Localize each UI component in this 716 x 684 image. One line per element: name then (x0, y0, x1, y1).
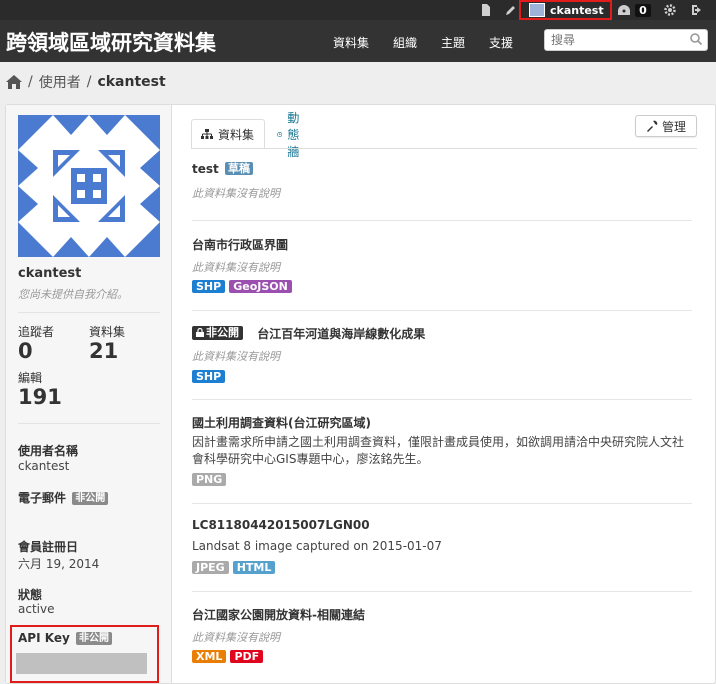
divider (18, 312, 160, 313)
private-dataset-label: 非公開 (206, 325, 239, 339)
dashboard-link[interactable]: 0 (614, 0, 654, 20)
breadcrumb-separator: / (28, 74, 33, 90)
pencil-icon[interactable] (502, 0, 518, 20)
user-content: 資料集 動態牆 管理 test 草稿 此資料集沒有說明 台南市行政區界圖 此資料… (173, 105, 715, 683)
dashboard-icon (618, 5, 631, 15)
dataset-notes: 此資料集沒有說明 (192, 187, 280, 200)
main-wrapper: ckantest 您尚未提供自我介紹。 追蹤者 0 資料集 21 編輯 191 … (5, 104, 716, 684)
lock-icon (196, 328, 204, 337)
nav-datasets[interactable]: 資料集 (333, 34, 369, 51)
sysadmin-icon[interactable] (478, 0, 494, 20)
tab-datasets[interactable]: 資料集 (191, 119, 265, 149)
dataset-separator (192, 310, 692, 311)
logout-icon[interactable] (688, 0, 706, 20)
followers-count: 0 (18, 339, 33, 363)
private-badge: 非公開 (72, 492, 109, 505)
tab-activity[interactable]: 動態牆 (277, 111, 305, 159)
site-search (544, 29, 708, 51)
format-badge-html[interactable]: HTML (232, 561, 276, 574)
gear-icon[interactable] (662, 0, 678, 20)
dataset-title[interactable]: 非公開 台江百年河道與海岸線數化成果 (192, 325, 425, 342)
dataset-notes: Landsat 8 image captured on 2015-01-07 (192, 539, 442, 553)
dataset-notes: 此資料集沒有說明 (192, 631, 280, 644)
format-list: SHP GeoJSON (192, 280, 294, 293)
username-label: 使用者名稱 (18, 444, 79, 458)
format-badge-jpeg[interactable]: JPEG (192, 561, 229, 574)
tab-divider (191, 148, 697, 149)
dataset-title[interactable]: test 草稿 (192, 162, 253, 176)
username-label: ckantest (550, 3, 604, 17)
format-badge-png[interactable]: PNG (192, 473, 227, 486)
user-identicon (18, 115, 160, 257)
tab-datasets-label: 資料集 (218, 127, 255, 142)
manage-button[interactable]: 管理 (635, 115, 697, 137)
format-badge-shp[interactable]: SHP (192, 280, 226, 293)
dataset-title-text: 台江百年河道與海岸線數化成果 (257, 327, 426, 341)
avatar (529, 3, 545, 17)
edits-label: 編輯 (18, 371, 43, 385)
breadcrumb: / 使用者 / ckantest (6, 72, 166, 92)
member-since-value: 六月 19, 2014 (18, 557, 100, 571)
format-list: JPEG HTML (192, 561, 277, 574)
dataset-separator (192, 591, 692, 592)
dataset-title[interactable]: 台江國家公園開放資料-相關連結 (192, 606, 365, 623)
user-fullname: ckantest (18, 266, 82, 281)
sitemap-icon (201, 128, 213, 139)
user-about: 您尚未提供自我介紹。 (18, 288, 128, 301)
email-label-text: 電子郵件 (18, 491, 67, 505)
breadcrumb-separator: / (86, 74, 92, 90)
account-masthead: ckantest 0 (0, 0, 716, 20)
dataset-notes: 此資料集沒有說明 (192, 350, 280, 363)
dataset-notes: 因計畫需求所申請之國土利用調查資料，僅限計畫成員使用，如欲調用請洽中央研究院人文… (192, 435, 685, 466)
format-badge-shp[interactable]: SHP (192, 370, 226, 383)
datasets-label: 資料集 (89, 325, 126, 339)
site-title[interactable]: 跨領域區域研究資料集 (6, 27, 216, 57)
wrench-icon (646, 120, 658, 132)
dataset-title[interactable]: 國土利用調查資料(台江研究區域) (192, 414, 371, 431)
user-sidebar: ckantest 您尚未提供自我介紹。 追蹤者 0 資料集 21 編輯 191 … (6, 105, 172, 683)
dataset-notes: 此資料集沒有說明 (192, 261, 280, 274)
api-key-label-text: API Key (18, 631, 70, 645)
format-list: SHP (192, 370, 227, 383)
email-label: 電子郵件 非公開 (18, 489, 109, 506)
edits-count: 191 (18, 385, 62, 409)
format-badge-xml[interactable]: XML (192, 650, 227, 663)
breadcrumb-users[interactable]: 使用者 (39, 72, 81, 92)
nav-about[interactable]: 支援 (489, 34, 513, 51)
search-input[interactable] (545, 30, 685, 50)
dataset-separator (192, 503, 692, 504)
dataset-separator (192, 220, 692, 221)
divider (18, 423, 160, 424)
dataset-title-text: test (192, 162, 219, 176)
dataset-title[interactable]: 台南市行政區界圖 (192, 236, 288, 253)
draft-badge: 草稿 (224, 162, 253, 175)
state-label: 狀態 (18, 588, 43, 602)
state-value: active (18, 602, 55, 616)
followers-label: 追蹤者 (18, 325, 55, 339)
clock-icon (277, 131, 283, 137)
format-badge-geojson[interactable]: GeoJSON (229, 280, 292, 293)
datasets-count: 21 (89, 339, 119, 363)
private-badge: 非公開 (75, 632, 112, 645)
format-list: PNG (192, 473, 228, 486)
tab-activity-label: 動態牆 (287, 110, 300, 159)
api-key-label: API Key 非公開 (18, 631, 112, 645)
nav-groups[interactable]: 主題 (441, 34, 465, 51)
format-badge-pdf[interactable]: PDF (230, 650, 264, 663)
dataset-title[interactable]: LC81180442015007LGN00 (192, 518, 370, 532)
search-icon[interactable] (689, 32, 703, 46)
user-account-link[interactable]: ckantest (519, 0, 612, 20)
dataset-separator (192, 399, 692, 400)
nav-organizations[interactable]: 組織 (393, 34, 417, 51)
manage-label: 管理 (661, 119, 686, 134)
member-since-label: 會員註冊日 (18, 540, 79, 554)
api-key-value-redacted (16, 653, 147, 674)
private-dataset-badge: 非公開 (192, 325, 243, 340)
breadcrumb-current[interactable]: ckantest (97, 74, 165, 90)
format-list: XML PDF (192, 650, 265, 663)
activity-count-badge: 0 (635, 3, 651, 17)
username-value: ckantest (18, 459, 70, 473)
home-icon[interactable] (6, 75, 22, 89)
site-masthead: 跨領域區域研究資料集 資料集 組織 主題 支援 (0, 20, 716, 62)
